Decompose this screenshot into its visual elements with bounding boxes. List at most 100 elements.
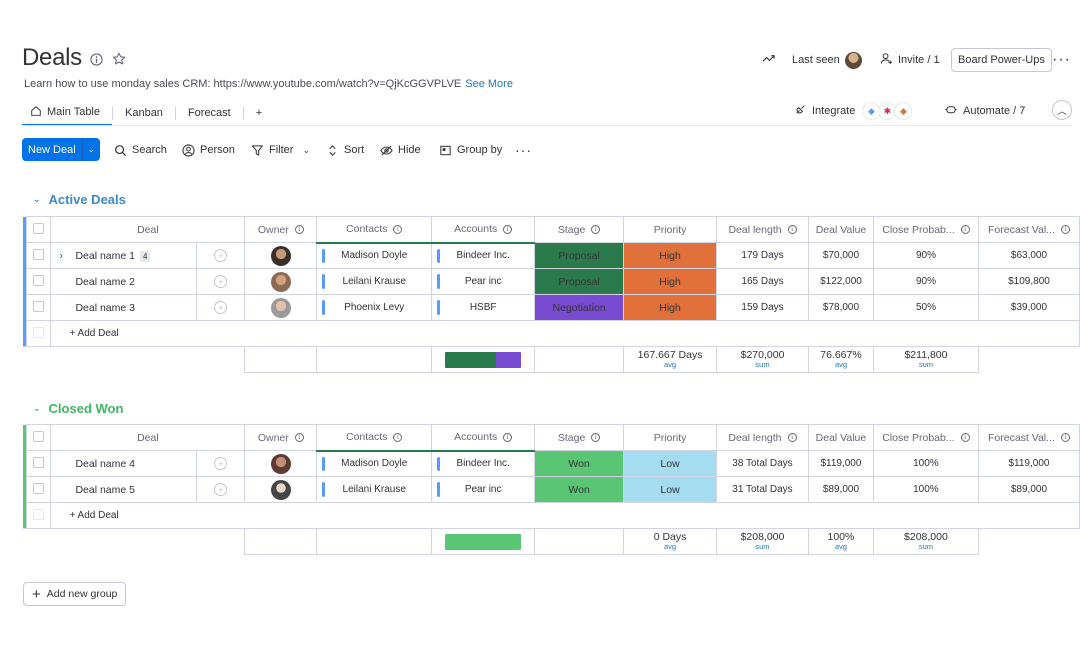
- contact-cell[interactable]: Madison Doyle: [316, 242, 433, 269]
- column-owner[interactable]: Owner i: [244, 424, 318, 451]
- add-update-icon[interactable]: +: [214, 483, 228, 496]
- column-accounts[interactable]: Accounts i: [431, 216, 536, 244]
- info-icon[interactable]: i: [591, 433, 601, 442]
- info-icon[interactable]: i: [503, 432, 513, 442]
- info-icon[interactable]: i: [787, 433, 797, 442]
- summary-function[interactable]: sum: [718, 361, 808, 369]
- deal-value-cell[interactable]: $122,000: [808, 268, 874, 295]
- add-update-cell[interactable]: +: [196, 242, 246, 269]
- owner-cell[interactable]: [244, 242, 318, 269]
- group-title-closed-won[interactable]: ⌄ Closed Won: [33, 401, 123, 416]
- info-icon[interactable]: i: [393, 224, 403, 234]
- integrate-button[interactable]: Integrate ◆ ✱ ◆: [794, 100, 913, 122]
- table-row[interactable]: › Deal name 1 4 + Madison Doyle Bindeer In…: [23, 242, 1080, 269]
- add-update-icon[interactable]: +: [214, 249, 228, 262]
- summary-function[interactable]: avg: [809, 543, 872, 551]
- account-cell[interactable]: Bindeer Inc.: [431, 242, 536, 269]
- column-deal[interactable]: Deal: [50, 424, 246, 451]
- priority-status[interactable]: High: [623, 242, 718, 269]
- chevron-down-icon[interactable]: ⌄: [302, 145, 310, 156]
- info-icon[interactable]: [89, 52, 103, 66]
- close-probability-cell[interactable]: 50%: [872, 294, 979, 321]
- table-row[interactable]: Deal name 2 + Leilani Krause Pear inc Pr…: [23, 268, 1080, 295]
- select-all-checkbox[interactable]: [26, 216, 52, 243]
- close-probability-cell[interactable]: 100%: [872, 450, 979, 477]
- close-probability-cell[interactable]: 90%: [872, 242, 979, 269]
- hide-button[interactable]: Hide: [380, 142, 421, 158]
- deal-name-cell[interactable]: Deal name 4: [50, 450, 198, 477]
- account-cell[interactable]: Bindeer Inc.: [431, 450, 536, 477]
- info-icon[interactable]: i: [1060, 225, 1070, 234]
- stage-status[interactable]: Negotiation: [534, 294, 625, 321]
- owner-cell[interactable]: [244, 476, 318, 503]
- add-update-icon[interactable]: +: [214, 275, 228, 288]
- row-checkbox[interactable]: [26, 476, 52, 503]
- group-by-button[interactable]: Group by: [439, 142, 502, 158]
- add-deal-row[interactable]: + Add Deal: [23, 502, 1080, 529]
- star-icon[interactable]: [112, 52, 126, 66]
- account-cell[interactable]: Pear inc: [431, 268, 536, 295]
- stage-status[interactable]: Proposal: [534, 268, 625, 295]
- summary-function[interactable]: sum: [874, 361, 977, 369]
- column-priority[interactable]: Priority: [623, 216, 718, 243]
- info-icon[interactable]: i: [591, 225, 601, 234]
- column-forecast-value[interactable]: Forecast Val... i: [977, 424, 1080, 451]
- column-owner[interactable]: Owner i: [244, 216, 318, 243]
- summary-function[interactable]: avg: [809, 361, 872, 369]
- chevron-right-icon[interactable]: ›: [59, 250, 62, 261]
- deal-name-cell[interactable]: › Deal name 1 4: [50, 242, 198, 269]
- filter-button[interactable]: Filter ⌄: [251, 142, 310, 158]
- subitems-count-badge[interactable]: 4: [140, 250, 151, 262]
- column-deal-length[interactable]: Deal length i: [715, 424, 809, 451]
- account-cell[interactable]: HSBF: [431, 294, 536, 321]
- deal-value-cell[interactable]: $70,000: [808, 242, 874, 269]
- table-row[interactable]: Deal name 4 + Madison Doyle Bindeer Inc.…: [23, 450, 1080, 477]
- priority-status[interactable]: High: [623, 294, 718, 321]
- stage-status[interactable]: Proposal: [534, 242, 625, 269]
- more-toolbar-icon[interactable]: ···: [515, 142, 532, 158]
- board-title[interactable]: Deals: [22, 44, 82, 72]
- add-view-button[interactable]: +: [244, 100, 274, 126]
- contact-cell[interactable]: Leilani Krause: [316, 476, 433, 503]
- row-checkbox[interactable]: [26, 450, 52, 477]
- summary-function[interactable]: sum: [874, 543, 977, 551]
- deal-value-cell[interactable]: $119,000: [807, 450, 874, 477]
- column-close-probability[interactable]: Close Probab... i: [872, 424, 979, 451]
- column-deal[interactable]: Deal: [50, 216, 246, 243]
- select-all-checkbox[interactable]: [26, 424, 52, 451]
- column-deal-value[interactable]: Deal Value: [807, 424, 874, 451]
- row-checkbox[interactable]: [26, 268, 52, 295]
- chevron-down-icon[interactable]: ⌄: [81, 138, 100, 161]
- column-contacts[interactable]: Contacts i: [316, 424, 433, 452]
- sort-button[interactable]: Sort: [326, 142, 364, 158]
- group-title-active-deals[interactable]: ⌄ Active Deals: [33, 192, 126, 207]
- summary-function[interactable]: avg: [625, 543, 716, 551]
- add-update-icon[interactable]: +: [214, 301, 228, 314]
- collapse-header-button[interactable]: ︿: [1052, 100, 1072, 120]
- row-checkbox[interactable]: [26, 242, 52, 269]
- invite-button[interactable]: Invite / 1: [880, 48, 940, 72]
- tab-main-table[interactable]: Main Table: [22, 100, 112, 126]
- deal-name-cell[interactable]: Deal name 5: [50, 476, 198, 503]
- deal-name-cell[interactable]: Deal name 3: [50, 294, 198, 321]
- search-button[interactable]: Search: [114, 142, 167, 158]
- add-update-cell[interactable]: +: [196, 476, 246, 503]
- owner-cell[interactable]: [244, 268, 318, 295]
- row-checkbox[interactable]: [26, 294, 52, 321]
- info-icon[interactable]: i: [1060, 433, 1070, 442]
- column-stage[interactable]: Stage i: [534, 216, 625, 243]
- activity-button[interactable]: [762, 48, 775, 72]
- account-cell[interactable]: Pear inc: [431, 476, 536, 503]
- owner-cell[interactable]: [244, 294, 318, 321]
- contact-cell[interactable]: Leilani Krause: [316, 268, 433, 295]
- deal-value-cell[interactable]: $89,000: [807, 476, 874, 503]
- add-update-icon[interactable]: +: [214, 457, 228, 470]
- stage-status[interactable]: Won: [534, 476, 625, 503]
- column-accounts[interactable]: Accounts i: [431, 424, 536, 452]
- column-forecast-value[interactable]: Forecast Val... i: [977, 216, 1080, 243]
- deal-value-cell[interactable]: $78,000: [808, 294, 874, 321]
- info-icon[interactable]: i: [294, 433, 304, 442]
- close-probability-cell[interactable]: 90%: [872, 268, 979, 295]
- stage-summary[interactable]: [431, 528, 536, 555]
- summary-function[interactable]: avg: [625, 361, 716, 369]
